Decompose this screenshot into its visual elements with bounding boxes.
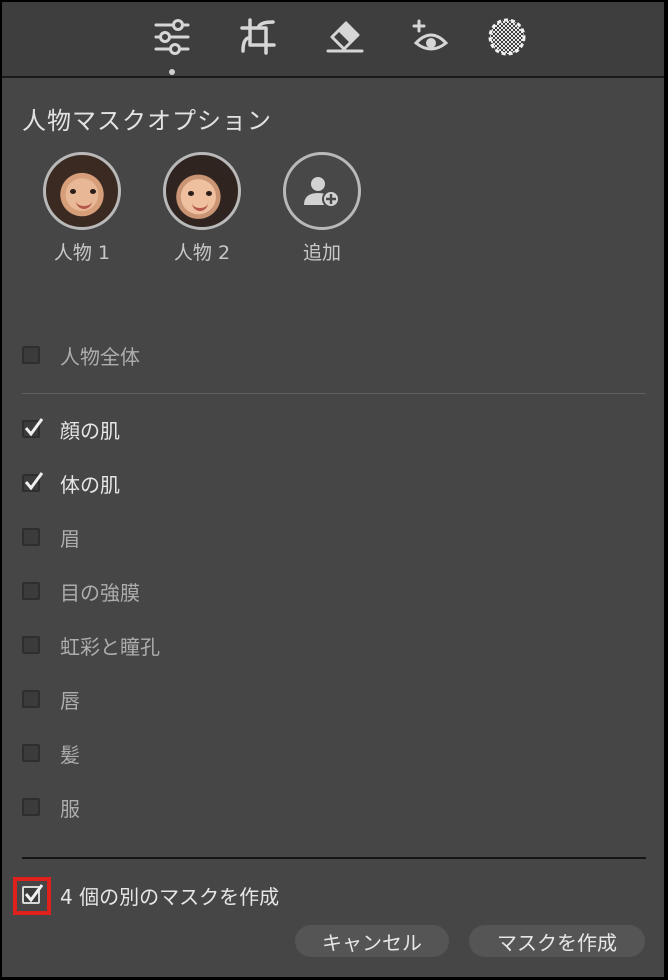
highlight-box	[13, 877, 51, 915]
body-part-option[interactable]: 顔の肌	[22, 414, 120, 444]
tool-strip	[2, 2, 664, 78]
body-part-label: 服	[60, 796, 80, 821]
body-part-option[interactable]: 虹彩と瞳孔	[22, 630, 160, 660]
create-mask-button[interactable]: マスクを作成	[469, 925, 645, 957]
body-part-label: 体の肌	[60, 472, 120, 497]
body-part-label: 髪	[60, 742, 80, 767]
body-part-label: 眉	[60, 526, 80, 551]
body-part-option[interactable]: 服	[22, 792, 80, 822]
active-tool-indicator	[169, 69, 175, 75]
body-part-checkbox[interactable]	[22, 472, 44, 492]
body-part-option[interactable]: 髪	[22, 738, 80, 768]
person-1[interactable]: 人物 1	[32, 152, 132, 265]
body-part-checkbox[interactable]	[22, 744, 40, 762]
add-person-button[interactable]	[283, 152, 361, 230]
person-2[interactable]: 人物 2	[152, 152, 252, 265]
person-1-label: 人物 1	[53, 242, 111, 264]
mask-circle-icon[interactable]	[484, 14, 530, 60]
masking-panel: 人物マスクオプション 人物 1 人物 2 追加 人物全体 顔の肌 体の肌 眉 目…	[2, 2, 664, 977]
footer-divider	[22, 857, 646, 859]
body-part-checkbox[interactable]	[22, 418, 44, 438]
body-part-label: 目の強膜	[60, 580, 140, 605]
checkmark-icon	[24, 472, 44, 491]
whole-person-label: 人物全体	[60, 344, 140, 369]
person-2-label: 人物 2	[173, 242, 231, 264]
person-2-avatar[interactable]	[163, 152, 241, 230]
sliders-icon[interactable]	[149, 14, 195, 60]
separate-masks-option[interactable]: 4 個の別のマスクを作成	[22, 880, 279, 910]
body-part-option[interactable]: 眉	[22, 522, 80, 552]
add-person-label: 追加	[302, 242, 341, 264]
body-part-checkbox[interactable]	[22, 528, 40, 546]
whole-person-option[interactable]: 人物全体	[22, 340, 140, 370]
checkmark-icon	[24, 418, 44, 437]
body-part-option[interactable]: 体の肌	[22, 468, 120, 498]
section-divider	[22, 393, 646, 394]
whole-person-checkbox[interactable]	[22, 346, 40, 364]
eraser-icon[interactable]	[322, 14, 368, 60]
cancel-button[interactable]: キャンセル	[295, 925, 449, 957]
body-part-label: 虹彩と瞳孔	[60, 634, 160, 659]
add-person[interactable]: 追加	[272, 152, 372, 265]
body-part-checkbox[interactable]	[22, 636, 40, 654]
body-part-option[interactable]: 目の強膜	[22, 576, 140, 606]
body-part-option[interactable]: 唇	[22, 684, 80, 714]
body-part-checkbox[interactable]	[22, 690, 40, 708]
body-part-label: 顔の肌	[60, 418, 120, 443]
separate-masks-label: 4 個の別のマスクを作成	[60, 884, 280, 909]
body-part-checkbox[interactable]	[22, 798, 40, 816]
body-part-checkbox[interactable]	[22, 582, 40, 600]
red-eye-icon[interactable]	[407, 14, 453, 60]
panel-title: 人物マスクオプション	[22, 107, 272, 135]
person-1-avatar[interactable]	[43, 152, 121, 230]
crop-icon[interactable]	[235, 14, 281, 60]
add-person-icon	[304, 177, 340, 208]
body-part-label: 唇	[60, 688, 80, 713]
